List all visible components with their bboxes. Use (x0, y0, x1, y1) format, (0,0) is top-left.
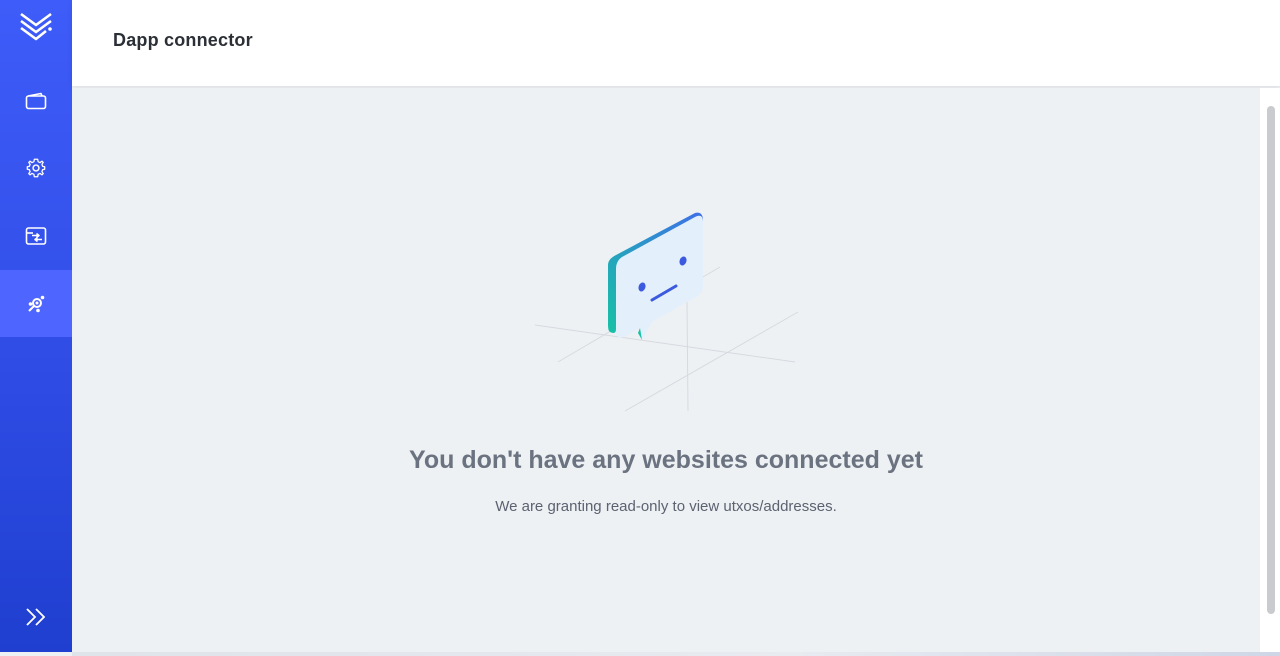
gear-icon (26, 158, 46, 177)
transfer-icon (25, 226, 47, 245)
app-logo[interactable] (0, 0, 72, 56)
empty-state-title: You don't have any websites connected ye… (409, 446, 923, 474)
page-header: Dapp connector (72, 0, 1280, 86)
expand-sidebar-button[interactable] (0, 592, 72, 642)
sidebar-item-wallet[interactable] (0, 67, 72, 134)
logo-icon (20, 12, 52, 41)
dapp-connector-icon (28, 295, 45, 312)
wallet-icon (25, 92, 47, 109)
sidebar (0, 0, 72, 652)
sidebar-item-settings[interactable] (0, 134, 72, 201)
scrollbar-thumb[interactable] (1267, 106, 1275, 614)
empty-state-illustration (530, 205, 800, 415)
bottom-edge (72, 652, 1280, 656)
double-chevron-right-icon (26, 608, 46, 626)
sidebar-item-transfer[interactable] (0, 202, 72, 269)
sad-chat-bubble-icon (534, 212, 799, 412)
empty-state-subtitle: We are granting read-only to view utxos/… (495, 498, 837, 515)
sidebar-item-dapp-connector[interactable] (0, 270, 72, 337)
page-title: Dapp connector (113, 30, 253, 50)
